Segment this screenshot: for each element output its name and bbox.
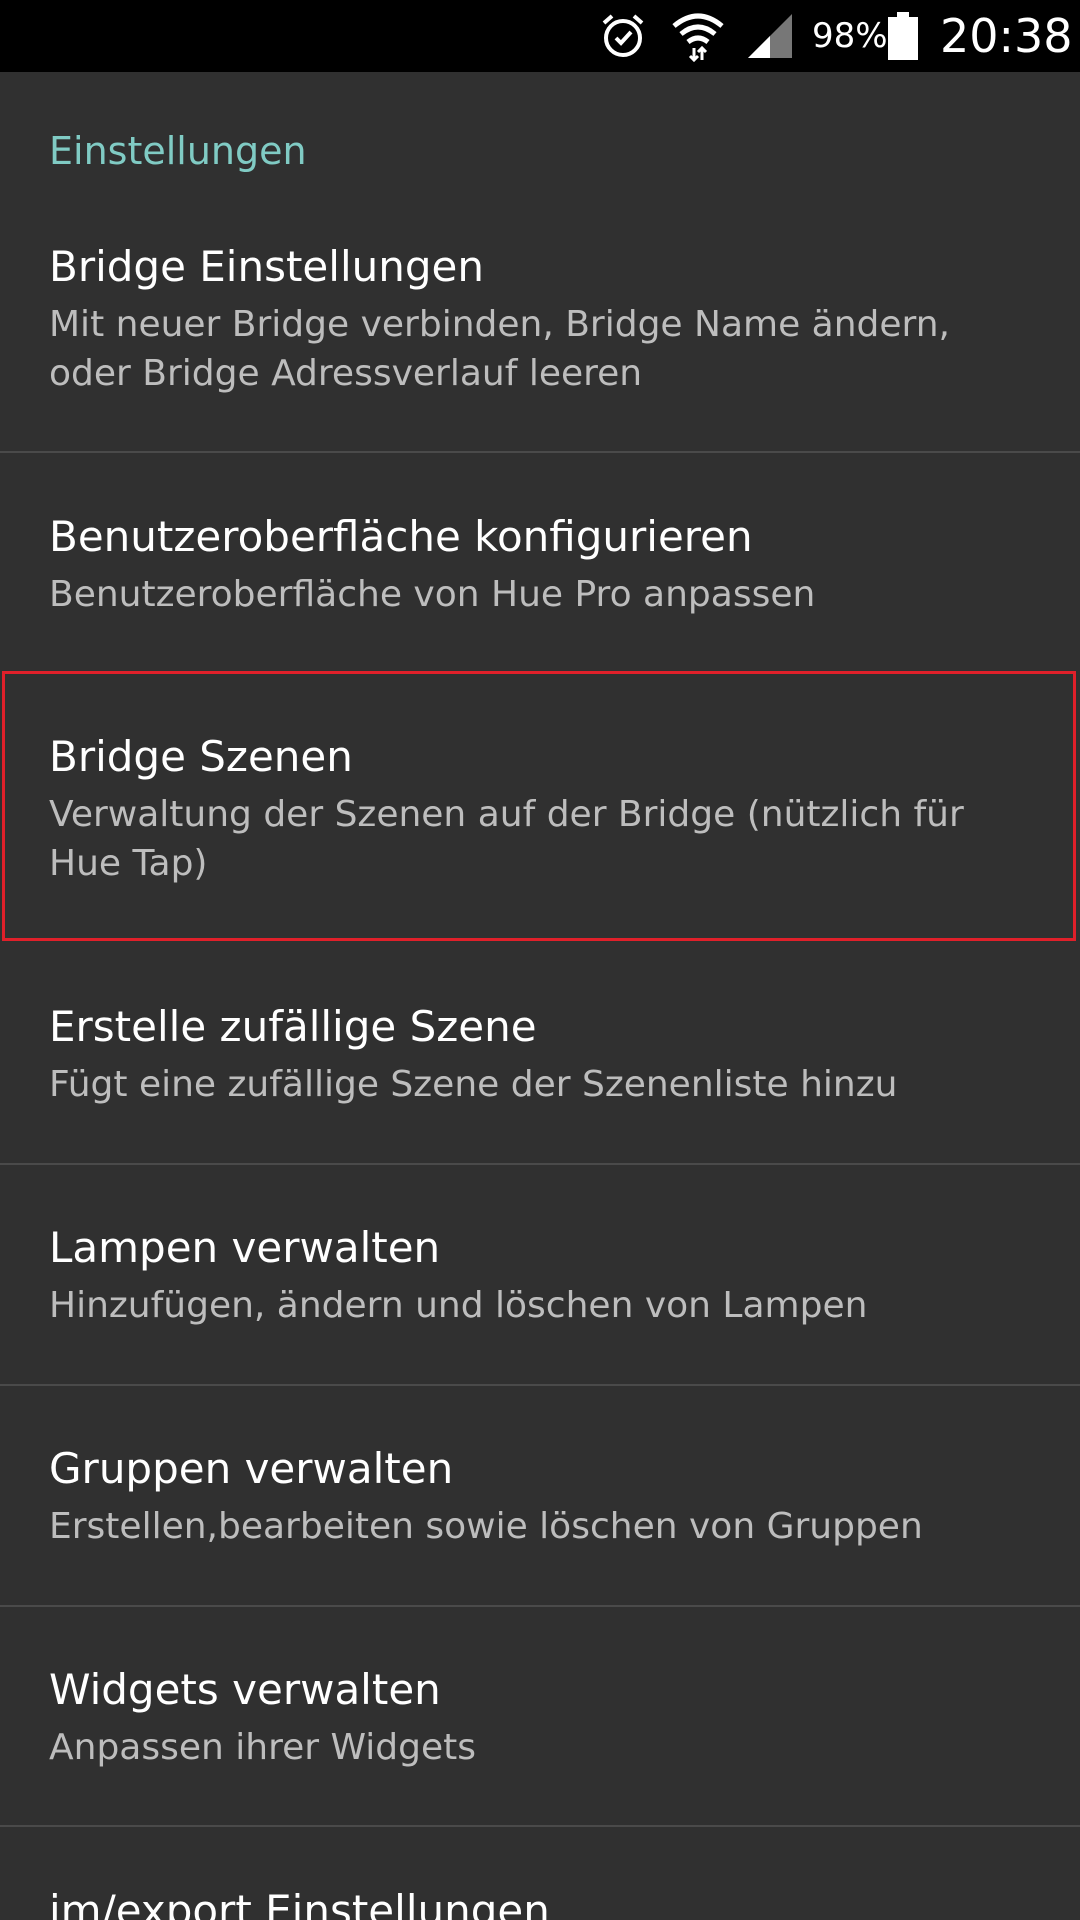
- pref-title: Lampen verwalten: [49, 1223, 441, 1272]
- pref-title: im/export Einstellungen: [49, 1886, 550, 1920]
- pref-bridge-settings[interactable]: Bridge Einstellungen Mit neuer Bridge ve…: [0, 232, 1080, 522]
- pref-title: Bridge Einstellungen: [49, 242, 484, 291]
- battery-icon: [888, 0, 920, 72]
- pref-random-scene[interactable]: Erstelle zufällige Szene Fügt eine zufäl…: [0, 992, 1080, 1212]
- highlight-box: [2, 671, 1076, 941]
- alarm-icon: [598, 0, 654, 72]
- wifi-icon: [670, 0, 730, 72]
- divider: [0, 1825, 1080, 1827]
- divider: [0, 1605, 1080, 1607]
- divider: [0, 1384, 1080, 1386]
- divider: [0, 451, 1080, 453]
- signal-icon: [746, 0, 798, 72]
- pref-summary: Fügt eine zufällige Szene der Szenenlist…: [49, 1064, 898, 1105]
- pref-summary: Anpassen ihrer Widgets: [49, 1727, 477, 1768]
- pref-summary: Hinzufügen, ändern und löschen von Lampe…: [49, 1285, 868, 1326]
- pref-summary: Benutzeroberfläche von Hue Pro anpassen: [49, 574, 816, 615]
- pref-title: Widgets verwalten: [49, 1665, 441, 1714]
- pref-title: Gruppen verwalten: [49, 1444, 454, 1493]
- pref-manage-lamps[interactable]: Lampen verwalten Hinzufügen, ändern und …: [0, 1213, 1080, 1433]
- divider: [0, 1163, 1080, 1165]
- pref-manage-groups[interactable]: Gruppen verwalten Erstellen,bearbeiten s…: [0, 1434, 1080, 1654]
- pref-import-export[interactable]: im/export Einstellungen: [0, 1876, 1080, 1920]
- pref-title: Benutzeroberfläche konfigurieren: [49, 512, 753, 561]
- clock: 20:38: [940, 9, 1073, 63]
- pref-manage-widgets[interactable]: Widgets verwalten Anpassen ihrer Widgets: [0, 1655, 1080, 1875]
- pref-summary: Mit neuer Bridge verbinden, Bridge Name …: [49, 304, 950, 394]
- pref-summary: Erstellen,bearbeiten sowie löschen von G…: [49, 1506, 923, 1547]
- status-bar: 98% 20:38: [0, 0, 1080, 72]
- section-header: Einstellungen: [49, 129, 307, 173]
- settings-list: Einstellungen Bridge Einstellungen Mit n…: [0, 72, 1080, 1920]
- battery-percentage: 98%: [812, 16, 888, 56]
- pref-title: Erstelle zufällige Szene: [49, 1002, 537, 1051]
